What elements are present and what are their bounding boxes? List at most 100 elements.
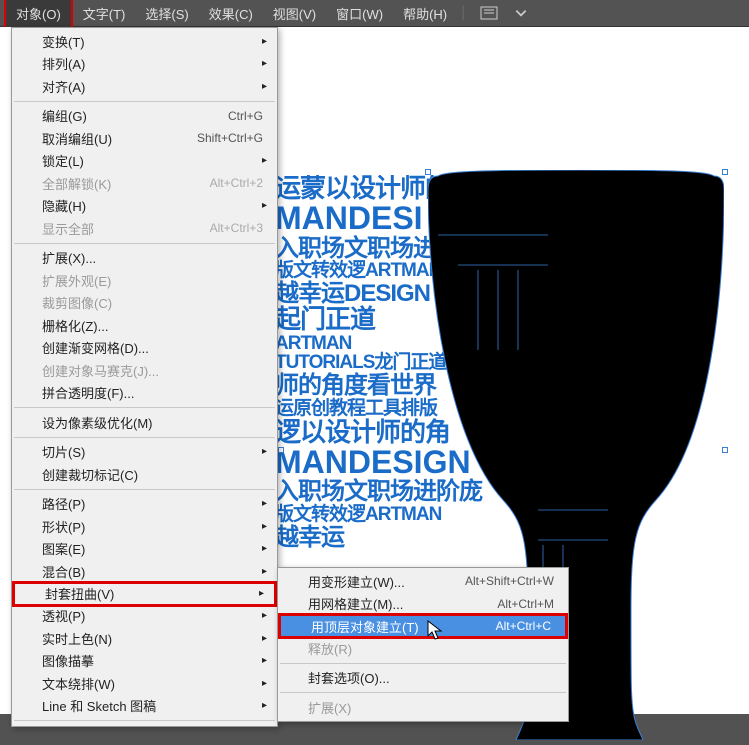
menu-object[interactable]: 对象(O) xyxy=(4,0,73,29)
menu-item-label: 拼合透明度(F)... xyxy=(42,383,263,402)
menubar: 对象(O) 文字(T) 选择(S) 效果(C) 视图(V) 窗口(W) 帮助(H… xyxy=(0,0,749,27)
menu-item-label: 锁定(L) xyxy=(42,151,263,170)
doc-setup-icon[interactable] xyxy=(477,3,501,23)
menu-help[interactable]: 帮助(H) xyxy=(393,0,457,27)
menu-item-label: 图像描摹 xyxy=(42,651,263,670)
menu-item-label: 扩展(X)... xyxy=(42,248,263,267)
menu-item: 扩展外观(E) xyxy=(12,269,277,292)
menu-item[interactable]: 实时上色(N)▸ xyxy=(12,627,277,650)
menu-view[interactable]: 视图(V) xyxy=(263,0,326,27)
menu-item[interactable]: 封套扭曲(V)▸ xyxy=(12,581,277,607)
menu-item[interactable]: 扩展(X)... xyxy=(12,247,277,270)
submenu-arrow-icon: ▸ xyxy=(262,543,267,554)
menu-item[interactable]: 创建渐变网格(D)... xyxy=(12,337,277,360)
menu-item[interactable]: 排列(A)▸ xyxy=(12,53,277,76)
menu-item-label: 混合(B) xyxy=(42,562,263,581)
menu-item[interactable]: 混合(B)▸ xyxy=(12,560,277,583)
submenu-item[interactable]: 用网格建立(M)...Alt+Ctrl+M xyxy=(278,593,568,616)
menu-item: 全部解锁(K)Alt+Ctrl+2 xyxy=(12,172,277,195)
transform-handle[interactable] xyxy=(278,447,284,453)
menu-item[interactable]: 锁定(L)▸ xyxy=(12,150,277,173)
menu-item[interactable]: 栅格化(Z)... xyxy=(12,314,277,337)
menu-shortcut: Alt+Ctrl+M xyxy=(497,597,554,611)
submenu-item-label: 释放(R) xyxy=(308,639,554,658)
menu-item-label: 排列(A) xyxy=(42,54,263,73)
menu-item-label: 取消编组(U) xyxy=(42,129,197,148)
menu-shortcut: Alt+Ctrl+3 xyxy=(210,221,263,235)
submenu-item[interactable]: 用变形建立(W)...Alt+Shift+Ctrl+W xyxy=(278,570,568,593)
menu-item[interactable]: 图案(E)▸ xyxy=(12,538,277,561)
menu-item-label: 扩展外观(E) xyxy=(42,271,263,290)
submenu-item-label: 用变形建立(W)... xyxy=(308,572,465,591)
menu-select[interactable]: 选择(S) xyxy=(135,0,198,27)
menu-item[interactable]: 拼合透明度(F)... xyxy=(12,382,277,405)
transform-handle[interactable] xyxy=(722,447,728,453)
menu-shortcut: Alt+Ctrl+C xyxy=(496,619,551,633)
menu-item[interactable]: 编组(G)Ctrl+G xyxy=(12,105,277,128)
menu-item-label: Line 和 Sketch 图稿 xyxy=(42,696,263,715)
menu-item-label: 全部解锁(K) xyxy=(42,174,210,193)
menu-item[interactable]: 切片(S)▸ xyxy=(12,441,277,464)
menu-item[interactable]: 创建裁切标记(C) xyxy=(12,463,277,486)
submenu-item: 释放(R) xyxy=(278,637,568,660)
menu-item-label: 显示全部 xyxy=(42,219,210,238)
menu-item-label: 栅格化(Z)... xyxy=(42,316,263,335)
envelope-distort-submenu: 用变形建立(W)...Alt+Shift+Ctrl+W用网格建立(M)...Al… xyxy=(277,567,569,722)
submenu-arrow-icon: ▸ xyxy=(262,498,267,509)
menu-item[interactable]: 形状(P)▸ xyxy=(12,515,277,538)
object-menu-dropdown: 变换(T)▸排列(A)▸对齐(A)▸编组(G)Ctrl+G取消编组(U)Shif… xyxy=(11,27,278,727)
menu-item-label: 封套扭曲(V) xyxy=(45,584,260,603)
menu-effect[interactable]: 效果(C) xyxy=(199,0,263,27)
menu-window[interactable]: 窗口(W) xyxy=(326,0,393,27)
menu-item[interactable]: 对齐(A)▸ xyxy=(12,75,277,98)
submenu-arrow-icon: ▸ xyxy=(262,610,267,621)
menu-item-label: 创建渐变网格(D)... xyxy=(42,338,263,357)
menu-type[interactable]: 文字(T) xyxy=(73,0,136,27)
submenu-arrow-icon: ▸ xyxy=(262,81,267,92)
submenu-arrow-icon: ▸ xyxy=(262,200,267,211)
submenu-arrow-icon: ▸ xyxy=(262,700,267,711)
submenu-item[interactable]: 用顶层对象建立(T)Alt+Ctrl+C xyxy=(278,613,568,639)
menu-item-label: 实时上色(N) xyxy=(42,629,263,648)
menu-item[interactable]: 文本绕排(W)▸ xyxy=(12,672,277,695)
chevron-down-icon[interactable] xyxy=(509,3,533,23)
submenu-item: 扩展(X) xyxy=(278,696,568,719)
menu-item-label: 路径(P) xyxy=(42,494,263,513)
menu-item-label: 设为像素级优化(M) xyxy=(42,413,263,432)
submenu-item[interactable]: 封套选项(O)... xyxy=(278,667,568,690)
submenu-item-label: 用网格建立(M)... xyxy=(308,594,497,613)
submenu-arrow-icon: ▸ xyxy=(262,446,267,457)
menu-item[interactable]: 变换(T)▸ xyxy=(12,30,277,53)
submenu-item-label: 用顶层对象建立(T) xyxy=(311,617,496,636)
submenu-arrow-icon: ▸ xyxy=(262,566,267,577)
submenu-item-label: 封套选项(O)... xyxy=(308,668,554,687)
menu-item[interactable]: 设为像素级优化(M) xyxy=(12,411,277,434)
menu-item-label: 编组(G) xyxy=(42,106,228,125)
menu-item[interactable]: 隐藏(H)▸ xyxy=(12,195,277,218)
menu-shortcut: Alt+Ctrl+2 xyxy=(210,176,263,190)
submenu-arrow-icon: ▸ xyxy=(262,36,267,47)
menu-shortcut: Ctrl+G xyxy=(228,109,263,123)
menu-item-label: 文本绕排(W) xyxy=(42,674,263,693)
submenu-arrow-icon: ▸ xyxy=(259,588,264,599)
menu-item[interactable]: 透视(P)▸ xyxy=(12,605,277,628)
menu-shortcut: Alt+Shift+Ctrl+W xyxy=(465,574,554,588)
menu-item: 创建对象马赛克(J)... xyxy=(12,359,277,382)
submenu-arrow-icon: ▸ xyxy=(262,521,267,532)
submenu-arrow-icon: ▸ xyxy=(262,155,267,166)
menu-item-label: 图案(E) xyxy=(42,539,263,558)
menu-item[interactable]: 路径(P)▸ xyxy=(12,493,277,516)
menu-item: 裁剪图像(C) xyxy=(12,292,277,315)
menu-shortcut: Shift+Ctrl+G xyxy=(197,131,263,145)
transform-handle[interactable] xyxy=(425,169,431,175)
submenu-arrow-icon: ▸ xyxy=(262,655,267,666)
transform-handle[interactable] xyxy=(722,169,728,175)
menu-item-label: 创建裁切标记(C) xyxy=(42,465,263,484)
menu-item-label: 透视(P) xyxy=(42,606,263,625)
menu-item-label: 形状(P) xyxy=(42,517,263,536)
menu-item[interactable]: 取消编组(U)Shift+Ctrl+G xyxy=(12,127,277,150)
menu-item[interactable]: 图像描摹▸ xyxy=(12,650,277,673)
menu-item-label: 切片(S) xyxy=(42,442,263,461)
menu-item-label: 对齐(A) xyxy=(42,77,263,96)
menu-item-label: 裁剪图像(C) xyxy=(42,293,263,312)
